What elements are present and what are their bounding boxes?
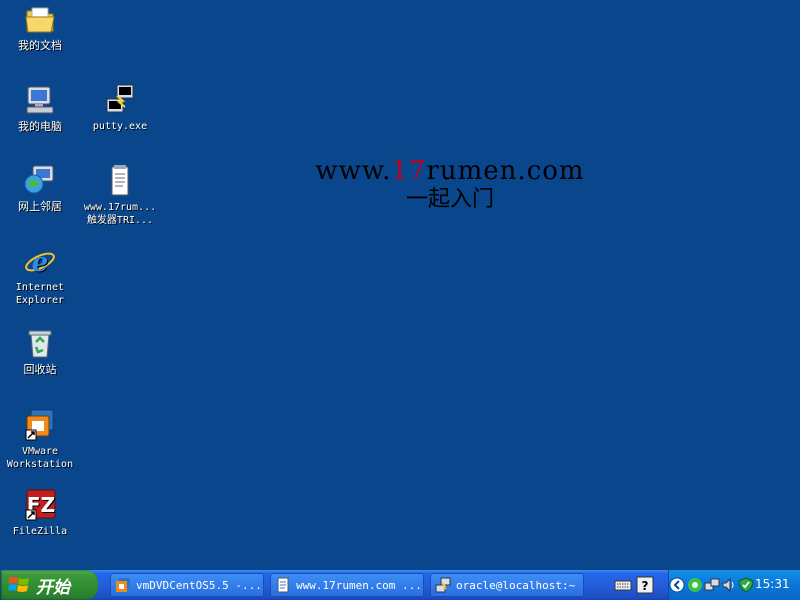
taskbar: 开始 vmDVDCentOS5.5 -... www.17rumen.com .…	[0, 570, 800, 600]
vmware-icon	[116, 578, 130, 592]
network-icon	[24, 165, 54, 194]
desktop-icon-label: VMware Workstation	[6, 446, 74, 470]
keyboard-icon[interactable]	[614, 576, 632, 594]
sound-icon[interactable]	[721, 577, 737, 593]
computer-icon	[26, 86, 54, 114]
desktop-icon-internet-explorer[interactable]: e Internet Explorer	[2, 244, 78, 307]
text-file-icon	[111, 165, 129, 196]
desktop-icon-label: 回收站	[23, 363, 57, 376]
desktop-icon-putty[interactable]: putty.exe	[82, 83, 158, 133]
desktop-icon-label: www.17rum... 触发器TRI...	[83, 202, 157, 226]
desktop-icon-vmware-workstation[interactable]: VMware Workstation	[2, 408, 78, 471]
taskbar-item-putty[interactable]: oracle@localhost:~	[430, 573, 584, 597]
desktop-icon-my-documents[interactable]: 我的文档	[2, 2, 78, 52]
green-status-icon[interactable]	[687, 577, 703, 593]
desktop-icon-text-file[interactable]: www.17rum... 触发器TRI...	[82, 164, 158, 227]
taskbar-item-notepad[interactable]: www.17rumen.com ...	[270, 573, 424, 597]
help-icon[interactable]: ?	[636, 576, 654, 594]
desktop-icon-label: 我的文档	[18, 39, 62, 52]
taskbar-item-vmware[interactable]: vmDVDCentOS5.5 -...	[110, 573, 264, 597]
desktop-icon-my-computer[interactable]: 我的电脑	[2, 83, 78, 133]
desktop: 我的文档 我的电脑 网上邻居 e Internet Explorer 回收站 V…	[0, 0, 800, 570]
desktop-icon-recycle-bin[interactable]: 回收站	[2, 326, 78, 376]
desktop-icon-filezilla[interactable]: FZ FileZilla	[2, 488, 78, 538]
desktop-icon-label: FileZilla	[12, 526, 68, 537]
chevron-left-icon[interactable]	[669, 577, 685, 593]
desktop-icon-label: Internet Explorer	[15, 282, 65, 306]
watermark-url: www.17rumen.com	[300, 156, 600, 186]
desktop-icon-network-places[interactable]: 网上邻居	[2, 163, 78, 213]
filezilla-icon: FZ	[25, 489, 56, 521]
desktop-icon-label: 网上邻居	[18, 200, 62, 213]
watermark-url-prefix: www.	[315, 156, 392, 186]
taskbar-item-label: www.17rumen.com ...	[296, 578, 422, 592]
internet-explorer-icon: e	[25, 248, 55, 278]
recycle-bin-icon	[28, 330, 52, 358]
start-label: 开始	[36, 577, 70, 598]
watermark-url-highlight: 17	[391, 156, 427, 186]
taskbar-item-label: oracle@localhost:~	[456, 578, 576, 592]
svg-text:e: e	[32, 248, 49, 278]
windows-logo-icon	[8, 577, 29, 592]
start-button[interactable]: 开始	[0, 570, 98, 600]
text-file-icon	[277, 577, 289, 593]
folder-icon	[25, 7, 55, 33]
taskbar-item-label: vmDVDCentOS5.5 -...	[136, 578, 262, 592]
network-connection-icon[interactable]	[704, 577, 720, 593]
watermark: www.17rumen.com 一起入门	[300, 156, 600, 213]
watermark-url-suffix: rumen.com	[426, 156, 585, 186]
security-shield-icon[interactable]	[738, 577, 754, 593]
putty-icon	[106, 84, 134, 113]
clock[interactable]: 15:31	[755, 577, 790, 591]
watermark-chinese: 一起入门	[405, 187, 494, 212]
putty-icon	[435, 577, 451, 593]
vmware-icon	[25, 409, 54, 441]
desktop-icon-label: putty.exe	[92, 121, 148, 132]
desktop-icon-label: 我的电脑	[18, 120, 62, 133]
svg-text:?: ?	[642, 579, 649, 593]
